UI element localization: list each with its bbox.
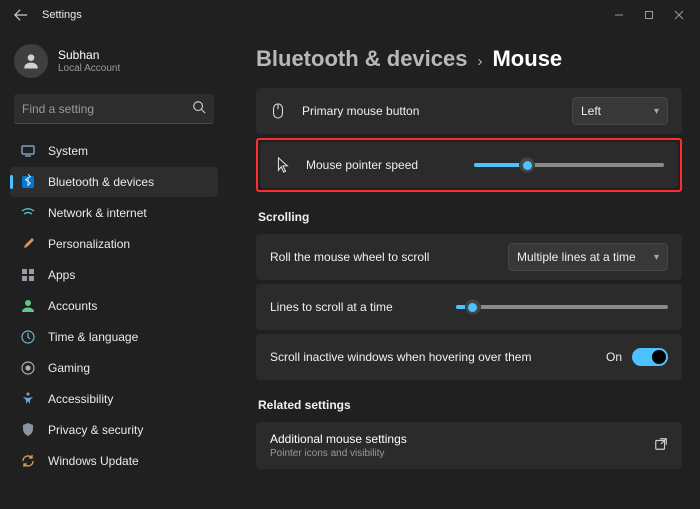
breadcrumb-parent[interactable]: Bluetooth & devices bbox=[256, 46, 467, 72]
back-button[interactable] bbox=[10, 4, 32, 26]
mouse-icon bbox=[270, 103, 286, 119]
toggle-state-label: On bbox=[606, 350, 622, 364]
person-icon bbox=[20, 298, 36, 314]
highlight-box: Mouse pointer speed bbox=[256, 138, 682, 192]
search-box[interactable] bbox=[14, 94, 214, 124]
bluetooth-icon bbox=[20, 174, 36, 190]
lines-scroll-slider[interactable] bbox=[456, 305, 668, 309]
sidebar-item-gaming[interactable]: Gaming bbox=[10, 353, 218, 383]
main-panel: Bluetooth & devices › Mouse Primary mous… bbox=[228, 30, 700, 509]
sidebar-item-label: Gaming bbox=[48, 361, 90, 375]
setting-scroll-mode: Roll the mouse wheel to scroll Multiple … bbox=[256, 234, 682, 280]
sidebar-item-label: Privacy & security bbox=[48, 423, 143, 437]
setting-scroll-inactive: Scroll inactive windows when hovering ov… bbox=[256, 334, 682, 380]
nav-list: System Bluetooth & devices Network & int… bbox=[10, 136, 218, 476]
primary-button-dropdown[interactable]: Left ▾ bbox=[572, 97, 668, 125]
sidebar-item-label: Apps bbox=[48, 268, 75, 282]
sidebar-item-label: Network & internet bbox=[48, 206, 147, 220]
sidebar-item-label: System bbox=[48, 144, 88, 158]
sidebar-item-label: Bluetooth & devices bbox=[48, 175, 154, 189]
setting-label: Scroll inactive windows when hovering ov… bbox=[270, 350, 606, 364]
chevron-right-icon: › bbox=[477, 53, 482, 70]
setting-label: Roll the mouse wheel to scroll bbox=[270, 250, 508, 264]
sidebar-item-network[interactable]: Network & internet bbox=[10, 198, 218, 228]
pointer-speed-slider[interactable] bbox=[474, 163, 664, 167]
gaming-icon bbox=[20, 360, 36, 376]
section-header-scrolling: Scrolling bbox=[258, 210, 682, 224]
chevron-down-icon: ▾ bbox=[654, 106, 659, 117]
profile-name: Subhan bbox=[58, 48, 120, 62]
breadcrumb: Bluetooth & devices › Mouse bbox=[256, 46, 682, 72]
additional-mouse-settings-link[interactable]: Additional mouse settings Pointer icons … bbox=[256, 422, 682, 469]
search-input[interactable] bbox=[22, 102, 192, 116]
sidebar-item-accessibility[interactable]: Accessibility bbox=[10, 384, 218, 414]
setting-pointer-speed: Mouse pointer speed bbox=[260, 142, 678, 188]
setting-label: Mouse pointer speed bbox=[306, 158, 474, 172]
sidebar-item-system[interactable]: System bbox=[10, 136, 218, 166]
chevron-down-icon: ▾ bbox=[654, 252, 659, 263]
dropdown-value: Multiple lines at a time bbox=[517, 250, 636, 264]
apps-icon bbox=[20, 267, 36, 283]
sidebar-item-time[interactable]: Time & language bbox=[10, 322, 218, 352]
open-external-icon bbox=[654, 437, 668, 454]
sidebar-item-label: Personalization bbox=[48, 237, 130, 251]
section-header-related: Related settings bbox=[258, 398, 682, 412]
setting-lines-scroll: Lines to scroll at a time bbox=[256, 284, 682, 330]
titlebar: Settings bbox=[0, 0, 700, 30]
setting-label: Primary mouse button bbox=[302, 104, 572, 118]
sidebar-item-label: Accounts bbox=[48, 299, 97, 313]
cursor-icon bbox=[274, 157, 290, 173]
sidebar-item-accounts[interactable]: Accounts bbox=[10, 291, 218, 321]
sidebar-item-apps[interactable]: Apps bbox=[10, 260, 218, 290]
sidebar-item-privacy[interactable]: Privacy & security bbox=[10, 415, 218, 445]
brush-icon bbox=[20, 236, 36, 252]
maximize-button[interactable] bbox=[634, 4, 664, 26]
slider-thumb[interactable] bbox=[519, 157, 535, 173]
slider-thumb[interactable] bbox=[465, 299, 481, 315]
sidebar-item-label: Time & language bbox=[48, 330, 138, 344]
system-icon bbox=[20, 143, 36, 159]
sidebar-item-update[interactable]: Windows Update bbox=[10, 446, 218, 476]
window-title: Settings bbox=[42, 9, 82, 21]
profile-block[interactable]: Subhan Local Account bbox=[10, 38, 218, 88]
sidebar-item-bluetooth[interactable]: Bluetooth & devices bbox=[10, 167, 218, 197]
search-icon bbox=[192, 100, 206, 117]
minimize-button[interactable] bbox=[604, 4, 634, 26]
accessibility-icon bbox=[20, 391, 36, 407]
avatar bbox=[14, 44, 48, 78]
shield-icon bbox=[20, 422, 36, 438]
setting-primary-mouse-button: Primary mouse button Left ▾ bbox=[256, 88, 682, 134]
setting-label: Lines to scroll at a time bbox=[270, 300, 456, 314]
scroll-inactive-toggle[interactable] bbox=[632, 348, 668, 366]
wifi-icon bbox=[20, 205, 36, 221]
profile-account-type: Local Account bbox=[58, 63, 120, 74]
sidebar-item-label: Windows Update bbox=[48, 454, 139, 468]
breadcrumb-current: Mouse bbox=[492, 46, 562, 72]
sidebar-item-personalization[interactable]: Personalization bbox=[10, 229, 218, 259]
update-icon bbox=[20, 453, 36, 469]
link-title: Additional mouse settings bbox=[270, 432, 407, 446]
dropdown-value: Left bbox=[581, 104, 601, 118]
sidebar: Subhan Local Account System Bluetooth & … bbox=[0, 30, 228, 509]
close-button[interactable] bbox=[664, 4, 694, 26]
link-subtitle: Pointer icons and visibility bbox=[270, 448, 407, 459]
scroll-mode-dropdown[interactable]: Multiple lines at a time ▾ bbox=[508, 243, 668, 271]
sidebar-item-label: Accessibility bbox=[48, 392, 113, 406]
globe-clock-icon bbox=[20, 329, 36, 345]
